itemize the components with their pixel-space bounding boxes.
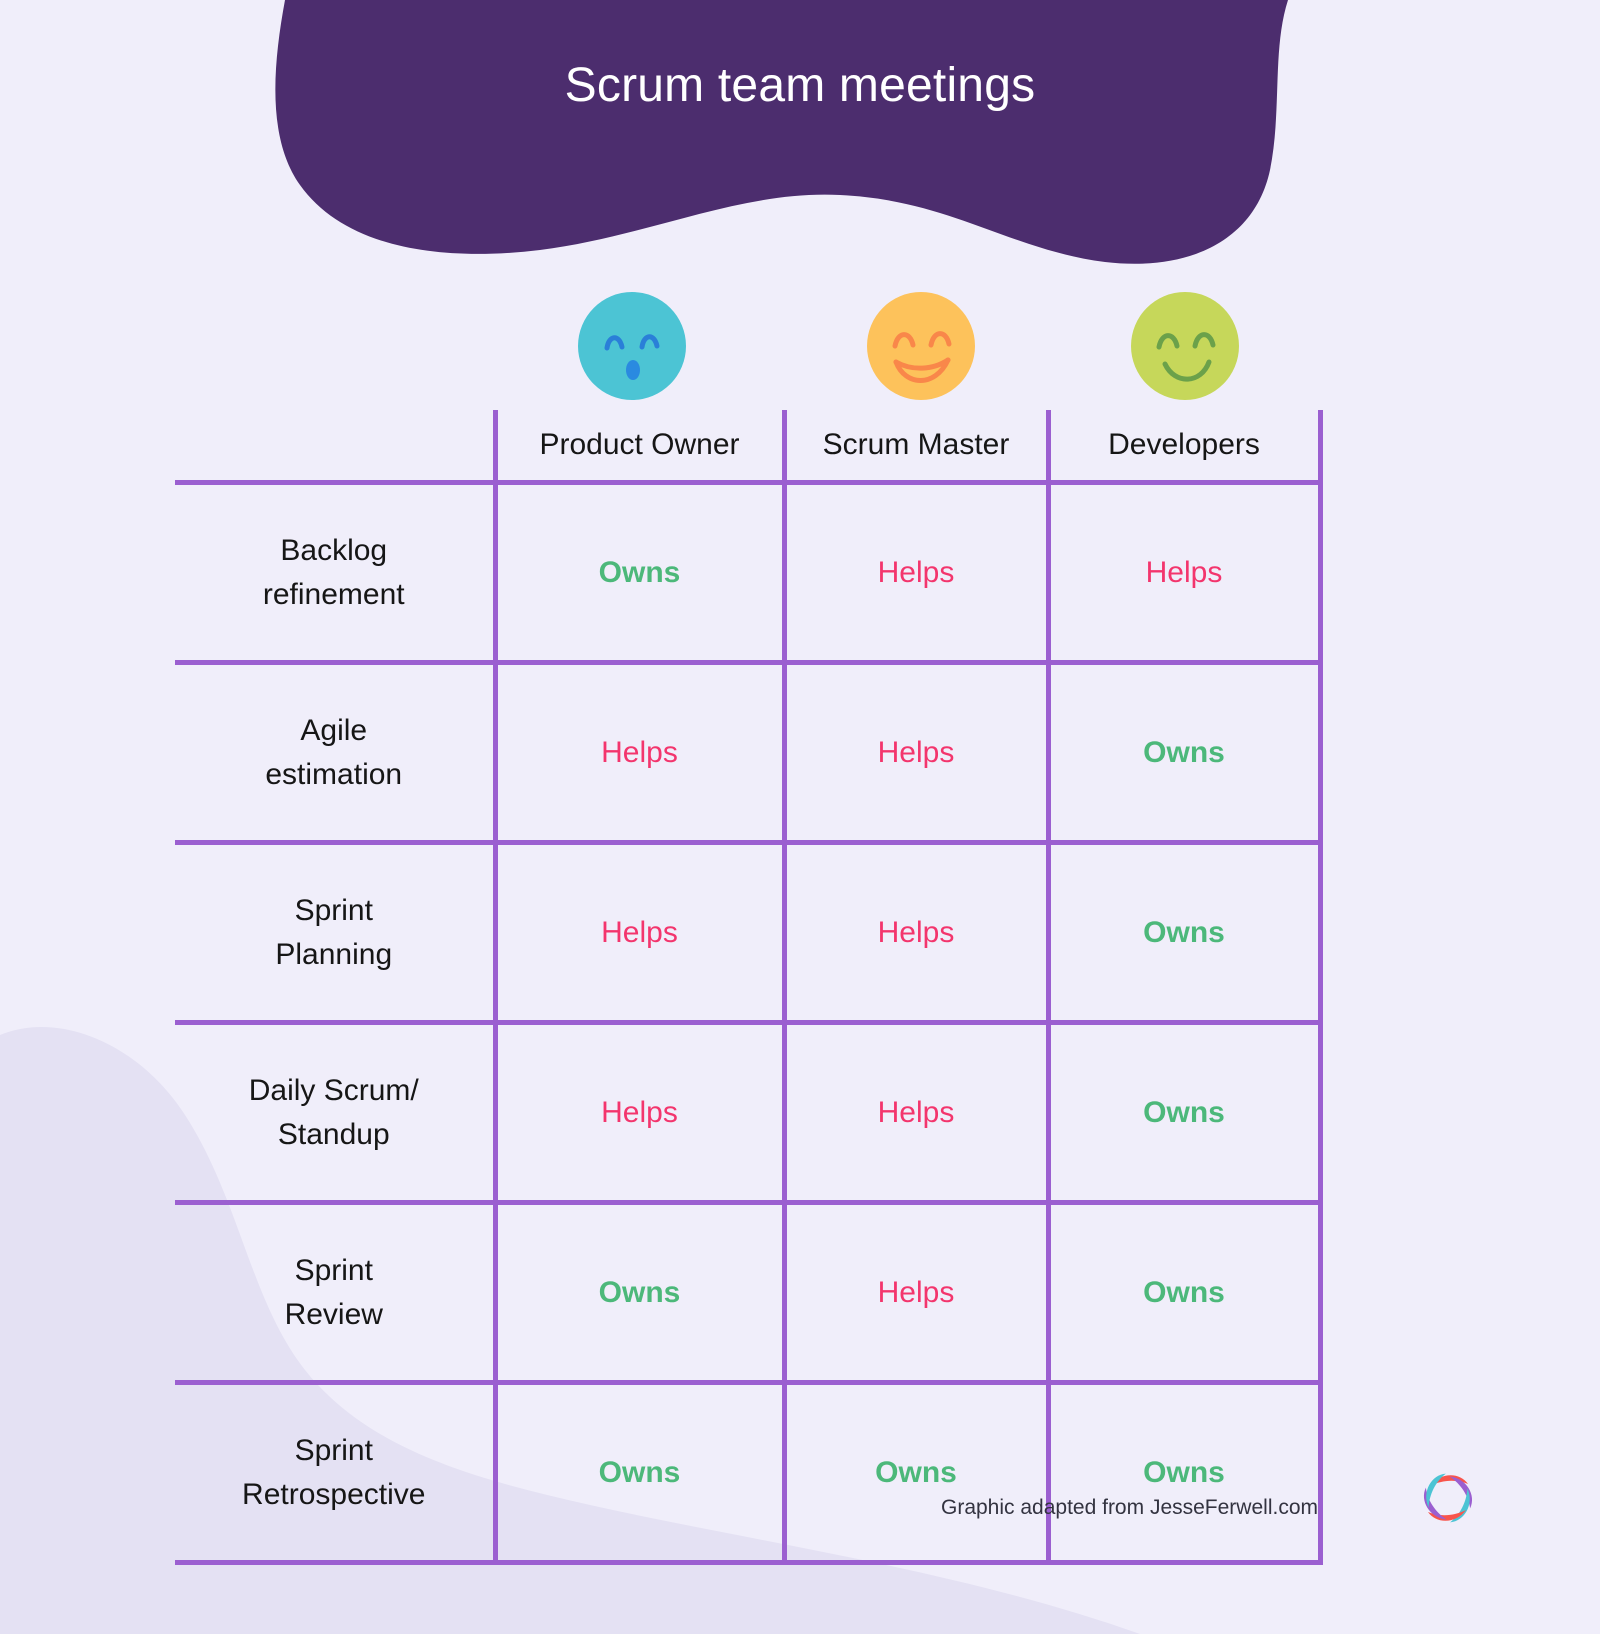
cell-agile-estimation-product-owner: Helps xyxy=(492,662,784,845)
header-banner: Scrum team meetings xyxy=(0,0,1600,285)
avatar-scrum-master xyxy=(867,292,975,400)
row-label-agile-estimation: Agile estimation xyxy=(175,662,495,845)
row-label-line-1: Daily Scrum/ xyxy=(248,1074,419,1107)
row-label-line-2: Review xyxy=(284,1297,383,1331)
logo-petal-teal xyxy=(1450,1488,1470,1523)
avatar-product-owner xyxy=(578,292,686,400)
cell-agile-estimation-developers: Owns xyxy=(1045,662,1323,845)
smiling-face-icon xyxy=(1156,332,1216,382)
table-row: Sprint Retrospective Owns Owns Owns xyxy=(175,1382,1323,1565)
column-header-developers: Developers xyxy=(1045,410,1323,485)
avatar-developers xyxy=(1131,292,1239,400)
page-title: Scrum team meetings xyxy=(564,59,1036,112)
column-header-scrum-master: Scrum Master xyxy=(781,410,1048,485)
surprised-face-icon xyxy=(604,334,660,351)
responsibility-matrix: Product Owner Scrum Master Developers Ba… xyxy=(175,410,1323,1565)
row-label-line-1: Agile xyxy=(300,714,368,747)
row-label-sprint-review: Sprint Review xyxy=(175,1202,495,1385)
row-label-line-1: Sprint xyxy=(294,1434,373,1467)
scrum-meetings-table: Product Owner Scrum Master Developers Ba… xyxy=(175,410,1323,1565)
cell-daily-scrum-product-owner: Helps xyxy=(492,1022,784,1205)
cell-sprint-retrospective-product-owner: Owns xyxy=(492,1382,784,1565)
table-row: Sprint Review Owns Helps Owns xyxy=(175,1202,1323,1385)
row-label-line-2: refinement xyxy=(262,577,405,611)
cell-sprint-review-developers: Owns xyxy=(1045,1202,1323,1385)
pinwheel-logo xyxy=(1412,1462,1484,1534)
table-corner-cell xyxy=(175,410,495,485)
row-label-line-1: Sprint xyxy=(294,894,373,927)
table-row: Backlog refinement Owns Helps Helps xyxy=(175,482,1323,665)
cell-sprint-review-product-owner: Owns xyxy=(492,1202,784,1385)
table-row: Sprint Planning Helps Helps Owns xyxy=(175,842,1323,1025)
cell-sprint-planning-scrum-master: Helps xyxy=(781,842,1048,1025)
grinning-face-icon xyxy=(892,331,952,383)
attribution-text: Graphic adapted from JesseFerwell.com xyxy=(941,1496,1318,1519)
row-label-line-2: Retrospective xyxy=(242,1477,426,1511)
cell-daily-scrum-developers: Owns xyxy=(1045,1022,1323,1205)
cell-backlog-refinement-product-owner: Owns xyxy=(492,482,784,665)
row-label-line-1: Sprint xyxy=(294,1254,373,1287)
cell-sprint-review-scrum-master: Helps xyxy=(781,1202,1048,1385)
cell-sprint-retrospective-scrum-master: Owns xyxy=(781,1382,1048,1565)
table-row: Agile estimation Helps Helps Owns xyxy=(175,662,1323,845)
cell-sprint-planning-developers: Owns xyxy=(1045,842,1323,1025)
header-blob-shape xyxy=(275,0,1288,264)
table-header-row: Product Owner Scrum Master Developers xyxy=(175,410,1323,485)
row-label-sprint-retrospective: Sprint Retrospective xyxy=(175,1382,495,1565)
row-label-line-2: Standup xyxy=(277,1117,390,1151)
column-header-product-owner: Product Owner xyxy=(492,410,784,485)
open-mouth xyxy=(626,360,640,380)
logo-petal-teal-2 xyxy=(1426,1473,1446,1508)
row-label-line-1: Backlog xyxy=(280,534,388,567)
row-label-line-2: Planning xyxy=(275,937,393,971)
cell-backlog-refinement-developers: Helps xyxy=(1045,482,1323,665)
cell-agile-estimation-scrum-master: Helps xyxy=(781,662,1048,845)
cell-sprint-retrospective-developers: Owns xyxy=(1045,1382,1323,1565)
role-avatars xyxy=(495,292,1325,412)
row-label-sprint-planning: Sprint Planning xyxy=(175,842,495,1025)
table-body: Backlog refinement Owns Helps Helps Agil… xyxy=(175,482,1323,1565)
row-label-daily-scrum-standup: Daily Scrum/ Standup xyxy=(175,1022,495,1205)
cell-sprint-planning-product-owner: Helps xyxy=(492,842,784,1025)
row-label-line-2: estimation xyxy=(265,757,403,791)
cell-daily-scrum-scrum-master: Helps xyxy=(781,1022,1048,1205)
row-label-backlog-refinement: Backlog refinement xyxy=(175,482,495,665)
cell-backlog-refinement-scrum-master: Helps xyxy=(781,482,1048,665)
table-row: Daily Scrum/ Standup Helps Helps Owns xyxy=(175,1022,1323,1205)
